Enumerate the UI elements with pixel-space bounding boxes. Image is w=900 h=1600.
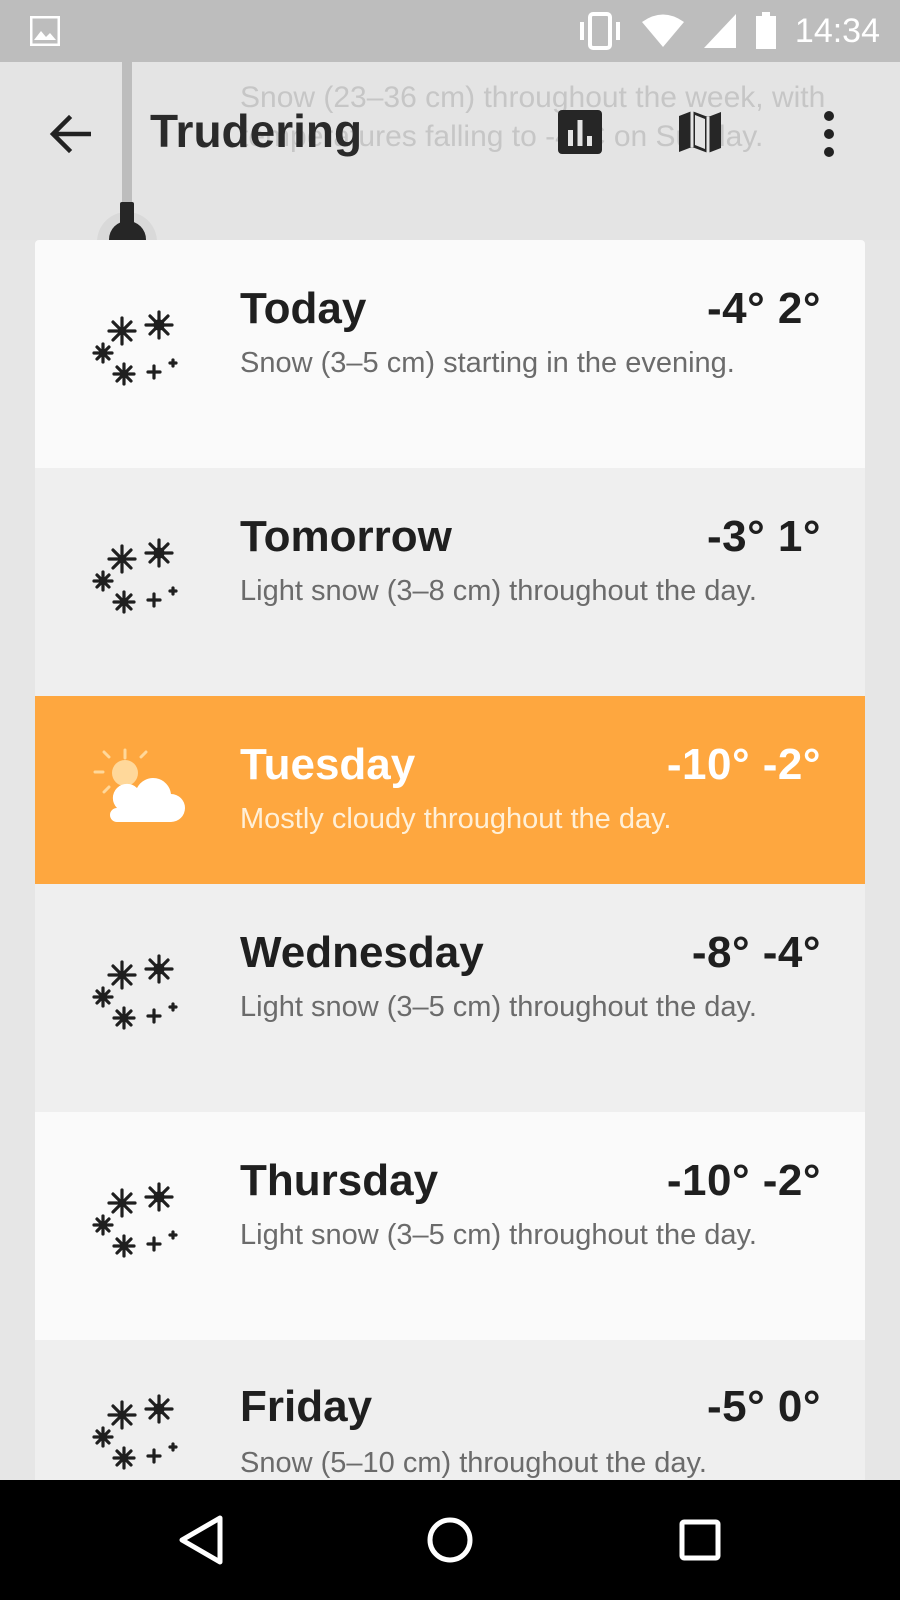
forecast-description: Snow (3–5 cm) starting in the evening.	[240, 347, 735, 379]
temp-low: -10°	[666, 1156, 751, 1205]
image-icon	[30, 16, 60, 46]
forecast-row-tomorrow[interactable]: Tomorrow -3° 1° Light snow (3–8 cm) thro…	[35, 468, 865, 696]
map-button[interactable]	[676, 108, 724, 156]
temp-high: 1°	[777, 512, 821, 561]
forecast-list: Today -4° 2° Snow (3–5 cm) starting in t…	[35, 240, 865, 1480]
temp-low: -4°	[706, 284, 766, 333]
forecast-row-wednesday[interactable]: Wednesday -8° -4° Light snow (3–5 cm) th…	[35, 884, 865, 1112]
snow-icon	[92, 1182, 178, 1258]
battery-icon	[755, 12, 776, 49]
snow-icon	[92, 310, 178, 386]
temp-high: -2°	[762, 740, 821, 789]
timeline-track	[122, 62, 132, 212]
forecast-day: Thursday	[240, 1156, 439, 1205]
back-triangle-icon[interactable]	[172, 1510, 232, 1570]
temp-high: 2°	[777, 284, 821, 333]
more-dot	[824, 129, 834, 139]
forecast-day: Wednesday	[240, 928, 484, 977]
back-button[interactable]	[46, 110, 94, 158]
forecast-day: Tomorrow	[240, 512, 452, 561]
forecast-temps: -5° 0°	[707, 1382, 821, 1432]
signal-icon	[703, 14, 736, 48]
forecast-description: Light snow (3–8 cm) throughout the day.	[240, 575, 757, 607]
forecast-temps: -8° -4°	[692, 928, 821, 978]
bar-chart-icon	[558, 110, 602, 154]
forecast-day: Friday	[240, 1382, 373, 1431]
forecast-row-thursday[interactable]: Thursday -10° -2° Light snow (3–5 cm) th…	[35, 1112, 865, 1340]
forecast-temps: -10° -2°	[667, 740, 821, 790]
temp-high: 0°	[777, 1382, 821, 1431]
status-time: 14:34	[794, 11, 880, 50]
forecast-day: Tuesday	[240, 740, 416, 789]
more-dot	[824, 147, 834, 157]
recents-square-icon[interactable]	[670, 1510, 730, 1570]
snow-icon	[92, 954, 178, 1030]
forecast-description: Light snow (3–5 cm) throughout the day.	[240, 991, 757, 1023]
arrow-back-icon	[49, 114, 91, 154]
forecast-row-today[interactable]: Today -4° 2° Snow (3–5 cm) starting in t…	[35, 240, 865, 468]
partly-cloudy-icon	[93, 748, 185, 822]
forecast-temps: -3° 1°	[707, 512, 821, 562]
forecast-row-tuesday[interactable]: Tuesday -10° -2° Mostly cloudy throughou…	[35, 696, 865, 884]
temp-high: -4°	[762, 928, 821, 977]
vibrate-icon	[579, 12, 620, 50]
snow-icon	[92, 1394, 178, 1470]
more-options-button[interactable]	[808, 108, 850, 160]
forecast-temps: -10° -2°	[667, 1156, 821, 1206]
temp-low: -3°	[706, 512, 766, 561]
forecast-description: Light snow (3–5 cm) throughout the day.	[240, 1219, 757, 1251]
snow-icon	[92, 538, 178, 614]
system-nav-bar	[0, 1480, 900, 1600]
temp-high: -2°	[762, 1156, 821, 1205]
map-icon	[679, 111, 721, 153]
wifi-icon	[641, 14, 684, 47]
home-circle-icon[interactable]	[420, 1510, 480, 1570]
forecast-description: Mostly cloudy throughout the day.	[240, 803, 672, 835]
forecast-row-friday[interactable]: Friday -5° 0° Snow (5–10 cm) throughout …	[35, 1340, 865, 1480]
temp-low: -10°	[666, 740, 751, 789]
forecast-day: Today	[240, 284, 367, 333]
forecast-temps: -4° 2°	[707, 284, 821, 334]
page-title: Trudering	[150, 105, 363, 157]
temp-low: -5°	[706, 1382, 766, 1431]
forecast-description: Snow (5–10 cm) throughout the day.	[240, 1447, 707, 1479]
status-bar: 14:34	[0, 0, 900, 62]
more-vert-icon	[824, 111, 834, 121]
temp-low: -8°	[691, 928, 751, 977]
chart-button[interactable]	[556, 108, 604, 156]
